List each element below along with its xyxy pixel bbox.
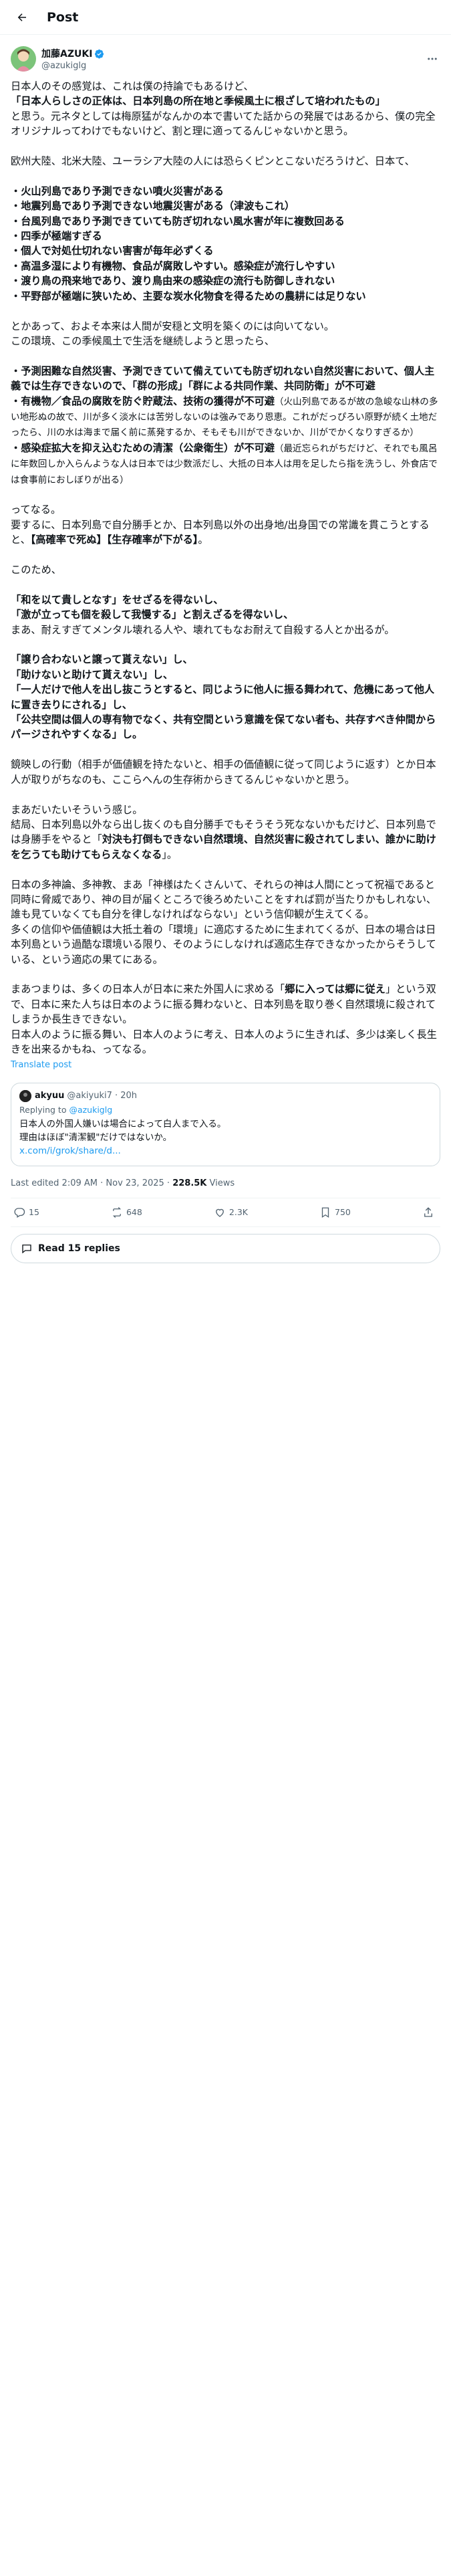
reply-prefix: Replying to [19, 1104, 69, 1115]
post-list-item: ・感染症拡大を抑え込むための清潔（公衆衛生）が不可避（最近忘られがちだけど、それ… [11, 441, 440, 488]
post-list-item: ・予測困難な自然災害、予測できていて備えていても防ぎ切れない自然災害において、個… [11, 364, 435, 393]
post-list-item: ・四季が極端すぎる [11, 230, 102, 243]
post-paragraph: 欧州大陸、北米大陸、ユーラシア大陸の人には恐らくピンとこないだろうけど、日本て、 [11, 155, 415, 168]
post-list-item: 「激が立っても個を殺して我慢する」と割えざるを得ないし、 [11, 609, 294, 621]
action-bar: 15 648 2.3K 750 [11, 1198, 440, 1227]
quoted-post-text: 日本人の外国人嫌いは場合によって白人まで入る。 理由はほぼ"清潔観"だけではない… [19, 1117, 432, 1158]
repost-icon [112, 1206, 122, 1218]
post-list-item: 「一人だけで他人を出し抜こうとすると、同じように他人に振る舞われて、危機にあって… [11, 683, 435, 711]
post-body: 日本人のその感覚は、これは僕の持論でもあるけど、「日本人らしさの正体は、日本列島… [11, 79, 440, 1073]
back-button[interactable] [11, 6, 33, 29]
bookmark-button[interactable]: 750 [319, 1206, 351, 1218]
views-label: Views [206, 1178, 235, 1188]
reply-icon [14, 1208, 25, 1218]
post-list-item: ・地震列島であり予測できない地震災害がある（津波もこれ） [11, 200, 295, 213]
post-list-item: ・渡り鳥の飛来地であり、渡り鳥由来の感染症の流行も防御しきれない [11, 275, 335, 288]
repost-count: 648 [126, 1207, 142, 1218]
translate-post-link[interactable]: Translate post [11, 1058, 440, 1073]
avatar[interactable] [11, 46, 36, 72]
post-emphasis: 【高確率で死ぬ】【生存確率が下がる】 [30, 534, 198, 546]
share-button[interactable] [422, 1206, 438, 1218]
post-text: と思う。元ネタとしては梅原猛がなんかの本で書いてた話からの発展ではあるから、僕の… [11, 110, 436, 138]
post-paragraph: 結局、日本列島以外なら出し抜くのも自分勝手でもそうそう死なないかもだけど、日本列… [11, 817, 440, 862]
post-list-item: 「譲り合わないと譲って貰えない」し、 [11, 653, 193, 666]
back-arrow-icon [17, 13, 26, 21]
like-count: 2.3K [229, 1207, 248, 1218]
bookmark-count: 750 [335, 1207, 351, 1218]
top-bar: Post [0, 0, 451, 35]
read-replies-label: Read 15 replies [38, 1243, 120, 1254]
post-paragraph: 要するに、日本列島で自分勝手とか、日本列島以外の出身地/出身国での常識を貫こうと… [11, 518, 440, 548]
post-emphasis: 「日本人らしさの正体は、日本列島の所在地と季候風土に根ざして培われたもの」 [11, 95, 386, 108]
post-paragraph: まあつまりは、多くの日本人が日本に来た外国人に求める「郷に入っては郷に従え」とい… [11, 982, 440, 1057]
quoted-author-handle: @akiyuki7 · 20h [67, 1091, 138, 1101]
post-text: 」。 [162, 848, 178, 861]
bookmark-icon [321, 1207, 329, 1218]
post-list-item: 「和を以て貴しとなす」をせざるを得ないし、 [11, 593, 224, 606]
quoted-text: 日本人の外国人嫌いは場合によって白人まで入る。 理由はほぼ"清潔観"だけではない… [19, 1118, 227, 1143]
post-list-item: ・火山列島であり予測できない噴火災害がある [11, 185, 224, 197]
reply-button[interactable]: 15 [13, 1206, 39, 1218]
reply-count: 15 [29, 1207, 39, 1218]
author-name[interactable]: 加藤AZUKI [41, 47, 92, 60]
like-button[interactable]: 2.3K [214, 1206, 248, 1218]
post-paragraph: ってなる。 [11, 504, 61, 516]
post-list-item: 「公共空間は個人の専有物でなく、共有空間という意識を保てない者も、共存すべき仲間… [11, 714, 436, 741]
post-paragraph: 日本人のその感覚は、これは僕の持論でもあるけど、「日本人らしさの正体は、日本列島… [11, 79, 440, 139]
post-list-item: 「助けないと助けて貰えない」し、 [11, 668, 173, 681]
post-text: 日本人のその感覚は、これは僕の持論でもあるけど、 [11, 80, 254, 92]
chat-bubble-icon [22, 1244, 31, 1254]
post-paragraph: このため、 [11, 564, 61, 576]
verified-badge-icon [95, 49, 104, 59]
post-paragraph: 日本の多神論、多神教、まあ「神様はたくさんいて、それらの神は人間にとって祝福であ… [11, 878, 437, 966]
quoted-reply-context: Replying to @azukiglg [19, 1105, 432, 1115]
page: Post 加藤AZUKI @azukiglg 日本人のその感覚は、これは僕の持論… [0, 0, 451, 2576]
post-list-item: ・有機物／食品の腐敗を防ぐ貯蔵法、技術の獲得が不可避（火山列島であるが故の急峻な… [11, 394, 440, 441]
avatar-image-icon [11, 46, 36, 72]
post-list-item: ・平野部が極端に狭いため、主要な炭水化物食を得るための農耕には足りない [11, 290, 366, 302]
post: 加藤AZUKI @azukiglg 日本人のその感覚は、これは僕の持論でもあるけ… [0, 35, 451, 1263]
author-display-name[interactable]: 加藤AZUKI [41, 47, 424, 60]
page-title: Post [47, 9, 79, 25]
reply-to-handle-link[interactable]: @azukiglg [69, 1105, 112, 1115]
post-paragraph: まあだいたいそういう感じ。 [11, 803, 143, 816]
views-count: 228.5K [172, 1178, 207, 1188]
post-text: 。 [198, 534, 208, 546]
post-list-item: ・高温多湿により有機物、食品が腐敗しやすい。感染症が流行しやすい [11, 259, 335, 272]
post-text: まあつまりは、多くの日本人が日本に来た外国人に求める「 [11, 983, 285, 996]
post-list-item: ・個人で対処仕切れない害害が毎年必ずくる [11, 245, 214, 257]
post-paragraph: 鏡映しの行動（相手が価値観を持たないと、相手の価値観に従って同じように返す）とか… [11, 758, 436, 786]
post-paragraph: とかあって、およそ本来は人間が安穏と文明を築くのには向いてない。 [11, 320, 335, 332]
quoted-post[interactable]: akyuu @akiyuki7 · 20h Replying to @azuki… [11, 1082, 440, 1166]
quoted-post-author: akyuu @akiyuki7 · 20h [19, 1089, 432, 1102]
post-paragraph: まあ、耐えすぎてメンタル壊れる人や、壊れてもなお耐えて自殺する人とか出るが。 [11, 623, 395, 636]
author-names: 加藤AZUKI @azukiglg [41, 47, 424, 71]
author-row: 加藤AZUKI @azukiglg [11, 44, 440, 74]
share-icon [424, 1207, 432, 1217]
quoted-avatar [19, 1089, 31, 1102]
more-dots-icon [428, 58, 437, 60]
quoted-author-name: akyuu [35, 1091, 65, 1101]
author-handle[interactable]: @azukiglg [41, 61, 424, 71]
post-meta: Last edited 2:09 AM · Nov 23, 2025 · 228… [11, 1178, 440, 1198]
post-paragraph: この環境、この季候風土で生活を継続しようと思ったら、 [11, 334, 275, 347]
quoted-link[interactable]: x.com/i/grok/share/d... [19, 1144, 432, 1158]
more-options-button[interactable] [424, 51, 440, 67]
post-list-item: ・台風列島であり予測できていても防ぎ切れない風水害が年に複数回ある [11, 215, 345, 227]
repost-button[interactable]: 648 [111, 1206, 142, 1218]
edited-timestamp[interactable]: Last edited 2:09 AM · Nov 23, 2025 · [11, 1178, 172, 1188]
post-emphasis: ・感染症拡大を抑え込むための清潔（公衆衛生）が不可避 [11, 441, 275, 454]
heart-icon [215, 1208, 224, 1217]
post-emphasis: ・有機物／食品の腐敗を防ぐ貯蔵法、技術の獲得が不可避 [11, 395, 275, 407]
read-replies-button[interactable]: Read 15 replies [11, 1233, 440, 1263]
post-emphasis: 郷に入っては郷に従え [285, 983, 386, 996]
quoted-avatar-icon [19, 1089, 31, 1102]
